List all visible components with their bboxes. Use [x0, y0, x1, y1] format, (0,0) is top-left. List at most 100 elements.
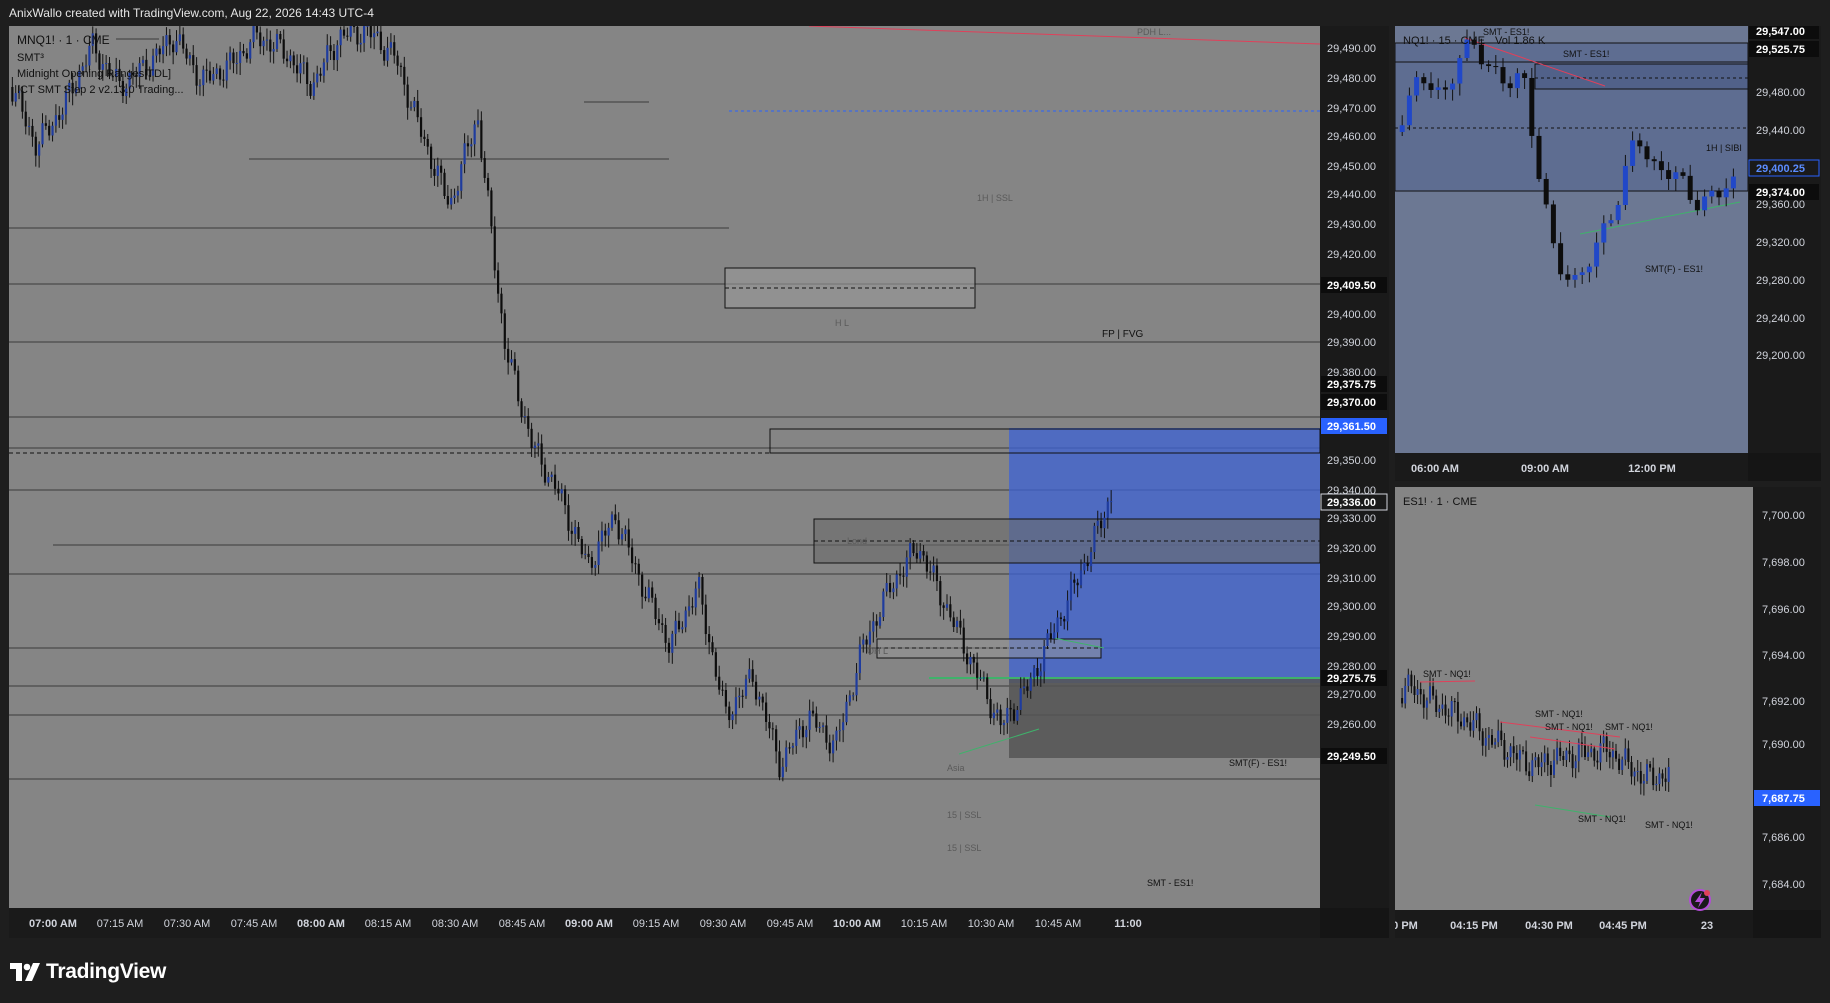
main-candle [383, 50, 386, 61]
es-candle [1621, 759, 1624, 770]
es-time-axis[interactable] [1395, 910, 1753, 938]
es-candle [1509, 746, 1512, 758]
indicator-ict-smt[interactable]: ICT SMT Step 2 v2.13.0 Trading... [17, 84, 184, 96]
main-candle [557, 488, 560, 494]
main-candle [24, 111, 27, 127]
main-candle [527, 416, 530, 429]
main-price-axis-label: 29,450.00 [1327, 161, 1376, 173]
main-candle [1016, 710, 1019, 721]
es-chart[interactable]: SMT - NQ1! SMT - NQ1! SMT - NQ1! SMT - NQ1!… [1395, 487, 1821, 938]
main-time-axis-label: 10:00 AM [833, 918, 881, 930]
main-candle [239, 50, 242, 63]
es-candle [1444, 704, 1447, 716]
main-candle [838, 730, 841, 732]
es-price-axis-label: 7,694.00 [1762, 650, 1805, 662]
main-candle [1076, 582, 1079, 586]
main-time-axis-label: 09:30 AM [700, 918, 746, 930]
main-candle [862, 639, 865, 645]
es-chart-pane[interactable]: SMT - NQ1! SMT - NQ1! SMT - NQ1! SMT - NQ1!… [1395, 487, 1821, 938]
es-plot-area[interactable] [1395, 487, 1753, 910]
main-candle [574, 526, 577, 534]
main-candle [677, 620, 681, 630]
main-candle [172, 44, 175, 53]
main-chart[interactable]: 1H | SSL FP | FVG H L Lond OH L Asia 15 … [9, 26, 1389, 938]
main-time-axis-label: 07:00 AM [29, 918, 77, 930]
main-candle [198, 85, 202, 87]
es-candle [1618, 758, 1621, 770]
main-candle [426, 138, 429, 147]
nq-fvg-box[interactable] [1534, 63, 1749, 90]
oh-l-label: OH L [867, 646, 888, 656]
main-candle [507, 348, 510, 363]
main-candle [728, 706, 731, 721]
main-candle [1026, 686, 1029, 691]
es-candle [1453, 701, 1456, 703]
main-price-axis-label: 29,400.00 [1327, 309, 1376, 321]
es-candle [1450, 701, 1453, 717]
main-candle [1059, 617, 1062, 619]
main-candle [1103, 517, 1106, 529]
main-candle [379, 31, 382, 51]
main-candle [708, 634, 711, 643]
main-candle [48, 125, 51, 136]
es-candle [1435, 695, 1438, 713]
main-candle [346, 35, 349, 37]
main-candle [1053, 632, 1056, 639]
es-candle [1410, 674, 1413, 687]
main-candle [909, 543, 912, 558]
nq-candle [1666, 170, 1672, 179]
main-candle [1012, 709, 1016, 721]
main-candle [667, 642, 671, 653]
main-candle [1093, 525, 1096, 553]
es-candle [1655, 783, 1658, 786]
smt-es-label: SMT - ES1! [1147, 878, 1193, 888]
main-chart-pane[interactable]: 1H | SSL FP | FVG H L Lond OH L Asia 15 … [9, 26, 1389, 938]
nq-chart-pane[interactable]: NQ1! · 15 · CME Vol 1.86 K SMT - ES1! SM… [1395, 26, 1821, 481]
main-candle [1029, 677, 1032, 691]
main-candle [684, 610, 687, 628]
nq-candle [1529, 77, 1535, 136]
nq-symbol[interactable]: NQ1! · 15 · CME [1403, 35, 1485, 47]
main-candle [352, 26, 356, 27]
main-candle [751, 669, 754, 682]
main-time-axis-label: 08:15 AM [365, 918, 411, 930]
nq-candle [1687, 175, 1693, 200]
nq-candle [1694, 199, 1700, 211]
main-candle [497, 270, 500, 294]
nq-chart[interactable]: NQ1! · 15 · CME Vol 1.86 K SMT - ES1! SM… [1395, 26, 1821, 481]
main-candle [580, 539, 583, 555]
main-symbol[interactable]: MNQ1! · 1 · CME [17, 33, 110, 47]
es-candle [1441, 704, 1444, 709]
tradingview-logo[interactable]: TradingView [10, 957, 166, 987]
main-candle [825, 725, 828, 743]
main-candle [902, 575, 905, 577]
nq-time-axis-label: 09:00 AM [1521, 463, 1569, 475]
main-candle [771, 728, 774, 730]
main-candle [322, 62, 325, 76]
main-candle [1002, 722, 1006, 726]
nq-candle [1579, 272, 1585, 275]
main-candle [721, 689, 724, 691]
nq-price-axis-label: 29,320.00 [1756, 237, 1805, 249]
indicator-midnight-ranges[interactable]: Midnight Opening Ranges[TDL] [17, 68, 171, 80]
es-candle [1404, 685, 1407, 704]
es-candle [1491, 735, 1493, 745]
main-time-axis-label: 07:45 AM [231, 918, 277, 930]
main-candle [989, 699, 992, 719]
main-candle [54, 115, 57, 126]
main-candle [229, 52, 232, 61]
es-symbol[interactable]: ES1! · 1 · CME [1403, 496, 1477, 508]
es-price-axis-label: 7,684.00 [1762, 879, 1805, 891]
nq-candle [1651, 159, 1657, 162]
lightning-icon[interactable] [1689, 889, 1711, 911]
es-candle [1447, 715, 1450, 717]
main-price-axis[interactable] [1320, 26, 1389, 908]
main-price-axis-label: 29,440.00 [1327, 189, 1376, 201]
main-candle [627, 529, 630, 548]
es-smt-label: SMT - NQ1! [1535, 709, 1583, 719]
long-position-stop-zone[interactable] [1009, 678, 1320, 758]
main-time-axis-label: 08:30 AM [432, 918, 478, 930]
main-price-tag-label: 29,275.75 [1327, 673, 1376, 685]
main-candle [661, 623, 664, 625]
indicator-smt[interactable]: SMT³ [17, 52, 44, 64]
